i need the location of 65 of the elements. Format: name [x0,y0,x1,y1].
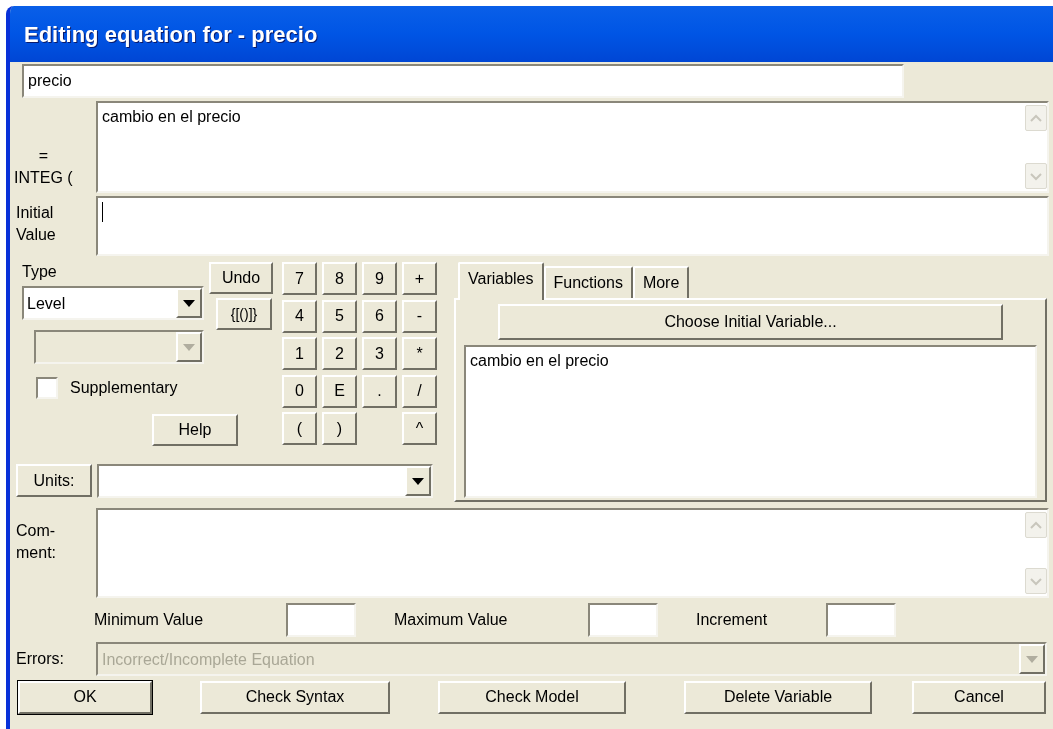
keypad-key[interactable]: . [362,374,397,408]
dropdown-button[interactable] [176,288,202,318]
units-button[interactable]: Units: [16,464,92,497]
keypad-key[interactable]: 3 [362,337,397,370]
field-label: Initial Value [16,204,56,243]
keypad-key[interactable]: 1 [282,337,317,370]
dialog-button[interactable]: Check Model [438,680,626,714]
keypad-key[interactable]: 2 [322,337,357,370]
undo-button[interactable]: Undo [209,262,273,294]
field-label: = INTEG ( [14,146,73,188]
text-caret [102,202,103,222]
dropdown-value: Incorrect/Incomplete Equation [101,650,316,670]
keypad-key[interactable]: / [402,374,437,408]
range-label: Maximum Value [394,610,509,630]
keypad-key[interactable]: E [322,374,357,408]
type-label: Type [22,262,57,282]
caret-icon [412,477,424,485]
field-value: precio [28,71,72,91]
errors-label: Errors: [15,649,65,669]
keypad-key[interactable]: * [402,337,437,370]
range-label: Minimum Value [94,610,205,630]
caret-icon [1026,655,1038,663]
choose-variable-button[interactable]: Choose Initial Variable... [498,304,1003,340]
keypad-key[interactable]: 8 [322,262,357,295]
dialog-button[interactable]: Delete Variable [684,680,872,714]
keypad-key[interactable]: 4 [282,299,317,333]
range-field[interactable] [826,603,896,637]
caret-icon [183,299,195,307]
type-dropdown[interactable]: Level [22,286,204,320]
range-field[interactable] [588,603,658,637]
help-button[interactable]: Help [152,414,238,446]
keypad-key[interactable]: 0 [282,374,317,408]
window-title: Editing equation for - precio [24,20,318,49]
dialog-button[interactable]: Check Syntax [200,680,390,714]
checkbox[interactable] [36,377,58,399]
brackets-button[interactable]: {[()]} [216,298,272,330]
keypad-key[interactable]: 5 [322,299,357,333]
keypad-key[interactable]: 6 [362,299,397,333]
range-label: Increment [696,610,769,630]
variable-list[interactable]: cambio en el precio [464,345,1037,498]
equation-field[interactable]: cambio en el precio [96,101,1049,193]
tab[interactable]: More [632,266,690,298]
dialog-button[interactable]: OK [18,680,152,714]
keypad-key[interactable]: + [402,262,437,295]
caret-icon [183,343,195,351]
keypad-key[interactable]: ^ [402,412,437,445]
units-dropdown[interactable] [97,464,433,498]
name-field[interactable]: precio [22,64,904,98]
tab[interactable]: Functions [543,266,633,298]
comment-field[interactable] [96,508,1049,598]
keypad-key[interactable]: - [402,299,437,333]
list-item[interactable]: cambio en el precio [470,349,1031,373]
keypad-key[interactable]: ( [282,412,317,445]
keypad-key[interactable]: 9 [362,262,397,295]
tab[interactable]: Variables [458,262,544,300]
equation-text: cambio en el precio [102,108,241,125]
dropdown-value: Level [26,294,67,314]
keypad-key[interactable]: 7 [282,262,317,295]
field-label: Com- ment: [16,522,56,561]
checkbox-label: Supplementary [70,378,178,398]
range-field[interactable] [286,603,356,637]
dropdown-button[interactable] [405,466,431,496]
dialog-button[interactable]: Cancel [912,680,1046,714]
keypad-key[interactable]: ) [322,412,357,445]
initial-value-field[interactable] [96,196,1049,256]
